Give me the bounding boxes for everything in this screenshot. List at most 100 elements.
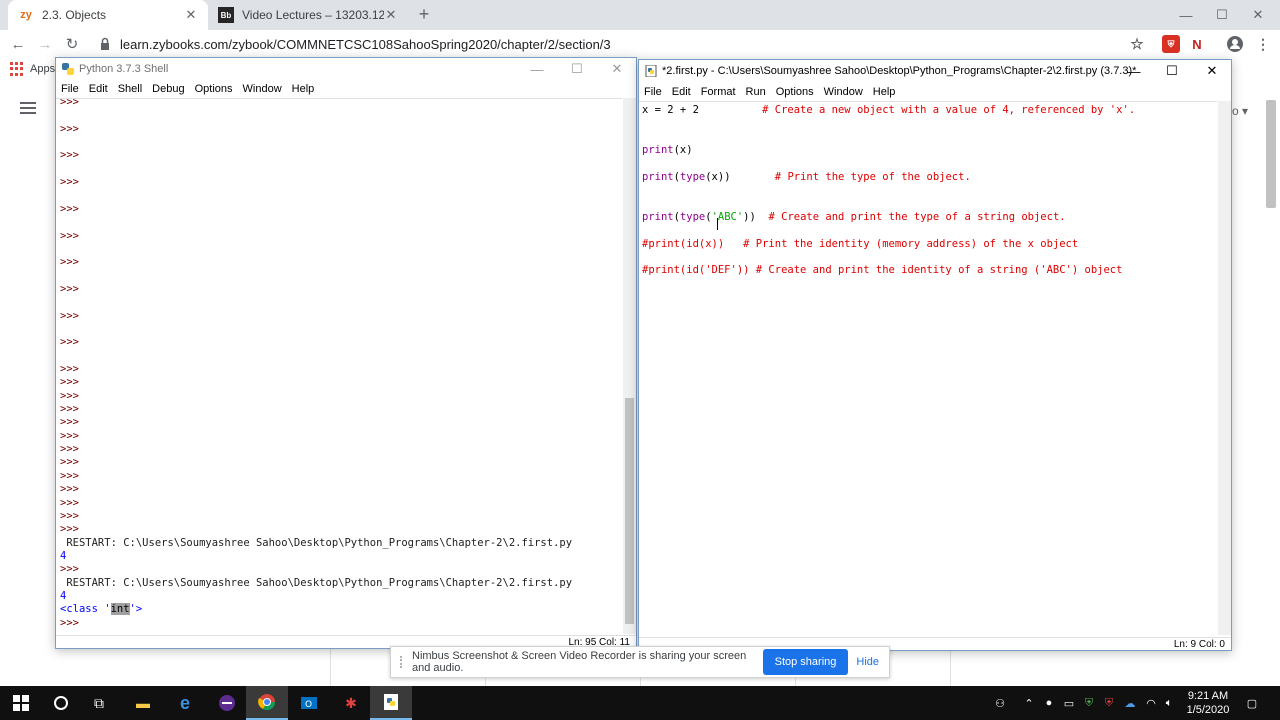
shell-class-output: <class 'int'> — [60, 603, 143, 616]
file-explorer-icon[interactable]: ▬ — [122, 686, 164, 720]
browser-minimize-icon[interactable]: — — [1168, 0, 1204, 30]
address-bar[interactable]: learn.zybooks.com/zybook/COMMNETCSC108Sa… — [92, 31, 1158, 57]
shell-minimize-icon[interactable]: — — [520, 58, 554, 80]
screen-share-banner: Nimbus Screenshot & Screen Video Recorde… — [390, 646, 890, 678]
windows-start-icon[interactable] — [0, 686, 42, 720]
editor-menu-help[interactable]: Help — [868, 86, 901, 98]
shell-prompt: >>> — [60, 416, 79, 429]
shell-prompt: >>> — [60, 363, 79, 375]
python-logo-icon — [62, 63, 74, 75]
code-line-6: print(type('ABC')) # Create and print th… — [642, 211, 1066, 223]
tab-close-icon[interactable]: ✕ — [384, 7, 398, 23]
shell-scroll-thumb[interactable] — [625, 398, 634, 624]
code-line-8: #print(id('DEF')) # Create and print the… — [642, 264, 1123, 276]
shell-scrollbar[interactable] — [623, 98, 636, 634]
tab-objects[interactable]: zy 2.3. Objects ✕ — [8, 0, 208, 30]
editor-menu-run[interactable]: Run — [741, 86, 771, 98]
shell-menu-help[interactable]: Help — [287, 83, 320, 95]
new-tab-icon[interactable]: + — [414, 4, 434, 24]
shell-output: 4 — [60, 589, 67, 602]
page-scrollbar[interactable] — [1266, 100, 1276, 208]
chrome-menu-icon[interactable]: ⋮ — [1254, 35, 1272, 53]
blackboard-favicon-icon: Bb — [218, 7, 234, 23]
mcafee-shield-icon[interactable]: ⛨ — [1102, 686, 1116, 720]
tab-title: Video Lectures – 13203.120111 — [242, 8, 384, 22]
volume-icon[interactable]: 🔈︎ — [1162, 686, 1176, 720]
system-clock[interactable]: 9:21 AM 1/5/2020 — [1180, 689, 1236, 717]
profile-avatar-icon[interactable] — [1226, 35, 1244, 53]
browser-close-icon[interactable]: ✕ — [1240, 0, 1276, 30]
shell-prompt: >>> — [60, 282, 79, 295]
stop-sharing-button[interactable]: Stop sharing — [762, 649, 849, 675]
bookmark-star-icon[interactable]: ☆ — [1128, 35, 1146, 53]
editor-scrollbar[interactable] — [1218, 101, 1231, 635]
people-icon[interactable]: ⚇ — [992, 686, 1008, 720]
shell-restart-line: RESTART: C:\Users\Soumyashree Sahoo\Desk… — [60, 536, 573, 549]
back-arrow-icon[interactable]: ← — [8, 34, 28, 54]
reload-icon[interactable]: ↻ — [62, 34, 82, 54]
shell-text-area[interactable]: >>> >>> >>> >>> >>> >>> >>> >>> >>> >>> >>> >>> >>> >… — [56, 96, 622, 634]
shell-close-icon[interactable]: ✕ — [600, 58, 634, 80]
editor-menu-options[interactable]: Options — [771, 86, 819, 98]
forward-arrow-icon[interactable]: → — [35, 34, 55, 54]
task-view-icon[interactable]: ⧉ — [78, 686, 120, 720]
shell-prompt: >>> — [60, 403, 79, 416]
page-partial-text: o ▾ — [1232, 104, 1249, 118]
cortana-search-icon[interactable] — [40, 686, 82, 720]
notifications-icon[interactable]: ▢ — [1244, 686, 1260, 720]
tray-chevron-up-icon[interactable]: ⌃ — [1022, 686, 1036, 720]
idle-editor-taskbar-icon[interactable] — [370, 686, 412, 720]
onedrive-cloud-icon[interactable]: ☁ — [1122, 686, 1138, 720]
shell-menu-file[interactable]: File — [56, 83, 84, 95]
drag-grip-icon[interactable] — [400, 656, 404, 668]
apps-shortcut[interactable]: Apps — [10, 62, 55, 76]
shell-maximize-icon[interactable]: ☐ — [560, 58, 594, 80]
menu-hamburger-icon[interactable] — [20, 102, 36, 114]
shell-prompt: >>> — [60, 202, 79, 215]
editor-titlebar: *2.first.py - C:\Users\Soumyashree Sahoo… — [639, 60, 1136, 82]
browser-maximize-icon[interactable]: ☐ — [1204, 0, 1240, 30]
share-message: Nimbus Screenshot & Screen Video Recorde… — [412, 650, 747, 674]
media-app-icon[interactable] — [206, 686, 248, 720]
shell-prompt: >>> — [60, 429, 79, 442]
shell-prompt: >>> — [60, 469, 79, 482]
shell-prompt: >>> — [60, 229, 79, 242]
shell-prompt: >>> — [60, 523, 79, 536]
code-line-4: print(type(x)) # Print the type of the o… — [642, 171, 971, 183]
shell-prompt: >>> — [60, 309, 79, 322]
shell-menu-options[interactable]: Options — [190, 83, 238, 95]
settings-gear-icon[interactable]: ✱ — [330, 686, 372, 720]
editor-close-icon[interactable]: ✕ — [1195, 60, 1229, 82]
shell-menu-edit[interactable]: Edit — [84, 83, 113, 95]
chrome-taskbar-icon[interactable] — [246, 686, 288, 720]
edge-browser-icon[interactable]: e — [164, 686, 206, 720]
shell-prompt: >>> — [60, 456, 79, 469]
editor-menu-format[interactable]: Format — [696, 86, 741, 98]
hide-link[interactable]: Hide — [856, 656, 879, 668]
outlook-icon[interactable]: O — [288, 686, 330, 720]
editor-menu-window[interactable]: Window — [819, 86, 868, 98]
svg-text:O: O — [305, 700, 312, 710]
editor-menu-file[interactable]: File — [639, 86, 667, 98]
editor-text-area[interactable]: x = 2 + 2 # Create a new object with a v… — [639, 101, 1217, 635]
battery-icon[interactable]: ▭ — [1062, 686, 1076, 720]
location-pin-icon[interactable]: ● — [1042, 686, 1056, 720]
extension-shield-icon[interactable]: ⛨ — [1162, 35, 1180, 53]
shell-prompt: >>> — [60, 443, 79, 456]
editor-menubar: File Edit Format Run Options Window Help — [639, 84, 900, 100]
editor-maximize-icon[interactable]: ☐ — [1155, 60, 1189, 82]
lock-icon — [101, 37, 109, 50]
code-line-7: #print(id(x)) # Print the identity (memo… — [642, 238, 1079, 250]
shell-menu-debug[interactable]: Debug — [147, 83, 189, 95]
shell-menu-window[interactable]: Window — [238, 83, 287, 95]
editor-menu-edit[interactable]: Edit — [667, 86, 696, 98]
security-shield-icon[interactable]: ⛨ — [1082, 686, 1096, 720]
extension-n-icon[interactable]: N — [1188, 35, 1206, 53]
tab-video-lectures[interactable]: Bb Video Lectures – 13203.120111 ✕ — [208, 0, 408, 30]
wifi-icon[interactable]: ◠ — [1144, 686, 1158, 720]
shell-menu-shell[interactable]: Shell — [113, 83, 147, 95]
shell-prompt: >>> — [60, 509, 79, 522]
shell-prompt: >>> — [60, 563, 79, 576]
tab-close-icon[interactable]: ✕ — [184, 7, 198, 23]
editor-minimize-icon[interactable]: — — [1117, 60, 1151, 82]
